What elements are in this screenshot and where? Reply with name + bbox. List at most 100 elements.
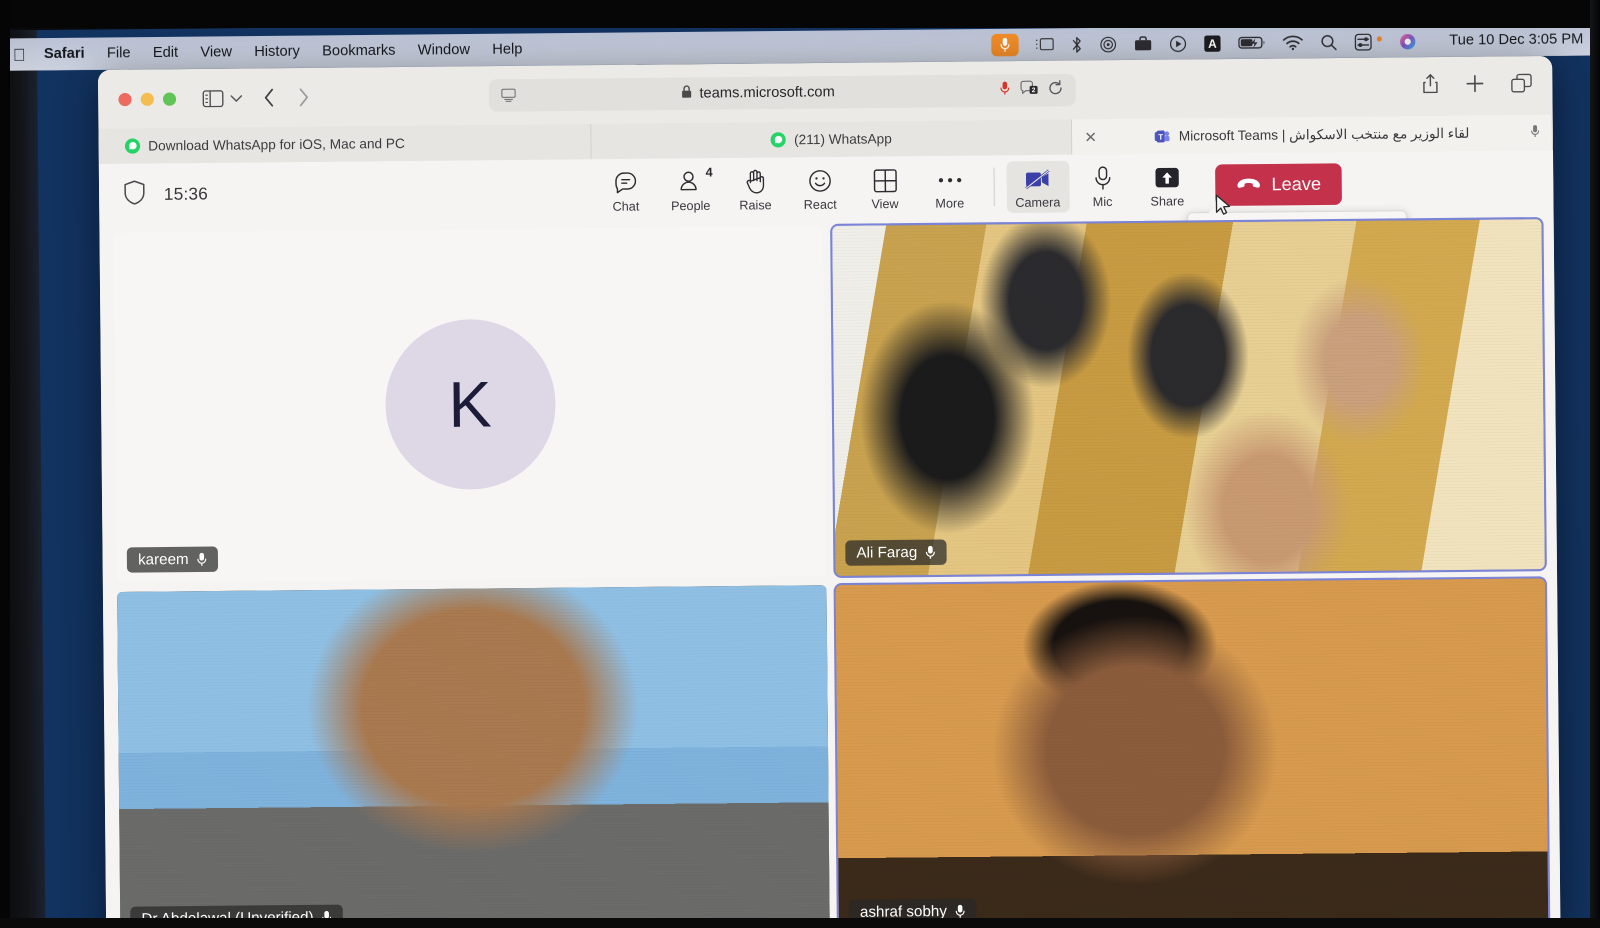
address-bar-right-icons: 2 [1000, 79, 1064, 101]
tab-overview-icon[interactable] [1511, 73, 1532, 97]
browser-tab-title: Microsoft Teams | لقاء الوزير مع منتخب ا… [1178, 125, 1470, 144]
toolbar-divider [992, 167, 995, 207]
microphone-in-use-icon[interactable] [1000, 80, 1010, 100]
meeting-timer: 15:36 [163, 184, 209, 204]
zoom-window-button[interactable] [162, 91, 177, 106]
camera-toggle-button[interactable]: Camera [1006, 160, 1070, 213]
menu-item-help[interactable]: Help [492, 42, 522, 58]
participant-grid: K kareem Ali Farag ashraf sobhy [99, 213, 1560, 928]
close-window-button[interactable] [118, 92, 132, 106]
svg-text:A: A [1208, 36, 1217, 50]
control-center-icon[interactable] [1354, 33, 1372, 51]
menu-item-bookmarks[interactable]: Bookmarks [322, 43, 396, 60]
reload-icon[interactable] [1047, 79, 1063, 100]
sidebar-icon[interactable] [202, 89, 224, 107]
lock-icon [681, 85, 692, 103]
wifi-icon[interactable] [1282, 35, 1303, 50]
menu-bar-spacer [545, 45, 991, 49]
tab-microphone-icon[interactable] [1530, 124, 1540, 141]
view-label: View [871, 196, 899, 211]
chat-button[interactable]: Chat [594, 164, 657, 216]
microphone-icon [1093, 165, 1111, 191]
chat-bubble-icon [613, 170, 639, 197]
menu-item-history[interactable]: History [254, 44, 300, 61]
raise-hand-button[interactable]: Raise [724, 163, 787, 215]
laptop-bezel-left [0, 0, 10, 928]
teams-meeting-app: 15:36 Chat 4 People Raise React View Mor… [98, 150, 1561, 928]
people-label: People [670, 198, 711, 213]
new-tab-plus-icon[interactable] [1465, 74, 1484, 98]
battery-charging-icon[interactable] [1237, 35, 1265, 49]
share-icon[interactable] [1422, 73, 1439, 99]
participant-name: kareem [137, 550, 189, 569]
react-button[interactable]: React [788, 162, 851, 214]
share-label: Share [1150, 193, 1185, 209]
input-source-a-icon[interactable]: A [1203, 34, 1221, 52]
menu-item-window[interactable]: Window [418, 42, 470, 59]
raise-label: Raise [739, 197, 772, 213]
view-grid-icon [873, 167, 898, 194]
more-button[interactable]: More [918, 161, 981, 213]
menu-item-safari[interactable]: Safari [44, 46, 85, 63]
teams-meeting-toolbar: 15:36 Chat 4 People Raise React View Mor… [99, 150, 1554, 245]
participant-nameplate: kareem [126, 546, 219, 573]
apple-icon[interactable]:  [13, 45, 26, 64]
menu-item-view[interactable]: View [200, 44, 232, 60]
menu-bar-tray: A Tue 10 Dec 3:05 PM [990, 28, 1584, 57]
screen-mirroring-icon[interactable] [1035, 38, 1054, 52]
people-icon [678, 169, 704, 196]
airdrop-icon[interactable] [1099, 35, 1116, 52]
share-screen-button[interactable]: Share [1136, 159, 1199, 211]
browser-tab-whatsapp-download[interactable]: Download WhatsApp for iOS, Mac and PC [98, 123, 592, 165]
more-label: More [935, 195, 965, 211]
camera-label: Camera [1015, 194, 1061, 210]
menu-item-file[interactable]: File [107, 45, 131, 61]
microphone-active-icon[interactable] [990, 33, 1019, 57]
browser-tab-whatsapp-web[interactable]: (211) WhatsApp [591, 119, 1073, 160]
shield-icon[interactable] [123, 180, 146, 211]
extensions-icon[interactable]: 2 [1019, 80, 1038, 100]
menu-item-edit[interactable]: Edit [153, 45, 178, 61]
browser-tab-microsoft-teams[interactable]: ✕ T Microsoft Teams | لقاء الوزير مع منت… [1071, 114, 1553, 155]
smiley-react-icon [807, 168, 833, 195]
address-bar[interactable]: teams.microsoft.com 2 [488, 73, 1076, 112]
participant-name: Ali Farag [856, 543, 918, 562]
notification-dot [1376, 36, 1382, 42]
avatar-initial: K [448, 367, 492, 442]
safari-window: teams.microsoft.com 2 Download WhatsApp … [97, 56, 1561, 928]
briefcase-icon[interactable] [1133, 36, 1151, 52]
close-tab-icon[interactable]: ✕ [1084, 128, 1097, 146]
chevron-down-icon[interactable] [230, 93, 243, 102]
menu-bar-clock[interactable]: Tue 10 Dec 3:05 PM [1449, 31, 1583, 48]
leave-meeting-button[interactable]: Leave [1214, 162, 1342, 206]
back-chevron-icon[interactable] [263, 87, 275, 107]
participant-tile-kareem[interactable]: K kareem [113, 225, 827, 583]
leave-label: Leave [1271, 173, 1322, 194]
forward-chevron-icon[interactable] [297, 87, 309, 107]
now-playing-icon[interactable] [1169, 35, 1186, 52]
participant-tile-ali-farag[interactable]: Ali Farag [830, 216, 1547, 579]
minimize-window-button[interactable] [140, 92, 154, 106]
hangup-phone-icon [1235, 174, 1262, 196]
whatsapp-icon [770, 132, 787, 148]
participant-tile-ashraf-sobhy[interactable]: ashraf sobhy [833, 576, 1551, 928]
people-button[interactable]: 4 People [659, 164, 722, 216]
mic-toggle-button[interactable]: Mic [1071, 160, 1134, 212]
laptop-photo-frame:  Safari File Edit View History Bookmark… [0, 0, 1600, 928]
meeting-status-group: 15:36 [123, 179, 208, 210]
bluetooth-icon[interactable] [1071, 36, 1082, 53]
more-ellipsis-icon [936, 166, 963, 193]
siri-icon[interactable] [1399, 33, 1416, 50]
browser-tab-title: Download WhatsApp for iOS, Mac and PC [148, 135, 405, 154]
address-bar-url-group[interactable]: teams.microsoft.com [516, 82, 1000, 105]
share-screen-icon [1154, 164, 1180, 191]
window-controls [118, 91, 177, 106]
laptop-bezel-right [1590, 0, 1600, 928]
participant-tile-dr-abdelawal[interactable]: Dr.Abdelawal (Unverified) [117, 585, 830, 928]
video-scanline-overlay [832, 219, 1545, 576]
reader-view-icon[interactable] [501, 88, 516, 102]
spotlight-search-icon[interactable] [1320, 33, 1337, 50]
view-button[interactable]: View [853, 162, 916, 214]
avatar: K [384, 318, 556, 491]
participant-nameplate: Ali Farag [845, 539, 947, 566]
